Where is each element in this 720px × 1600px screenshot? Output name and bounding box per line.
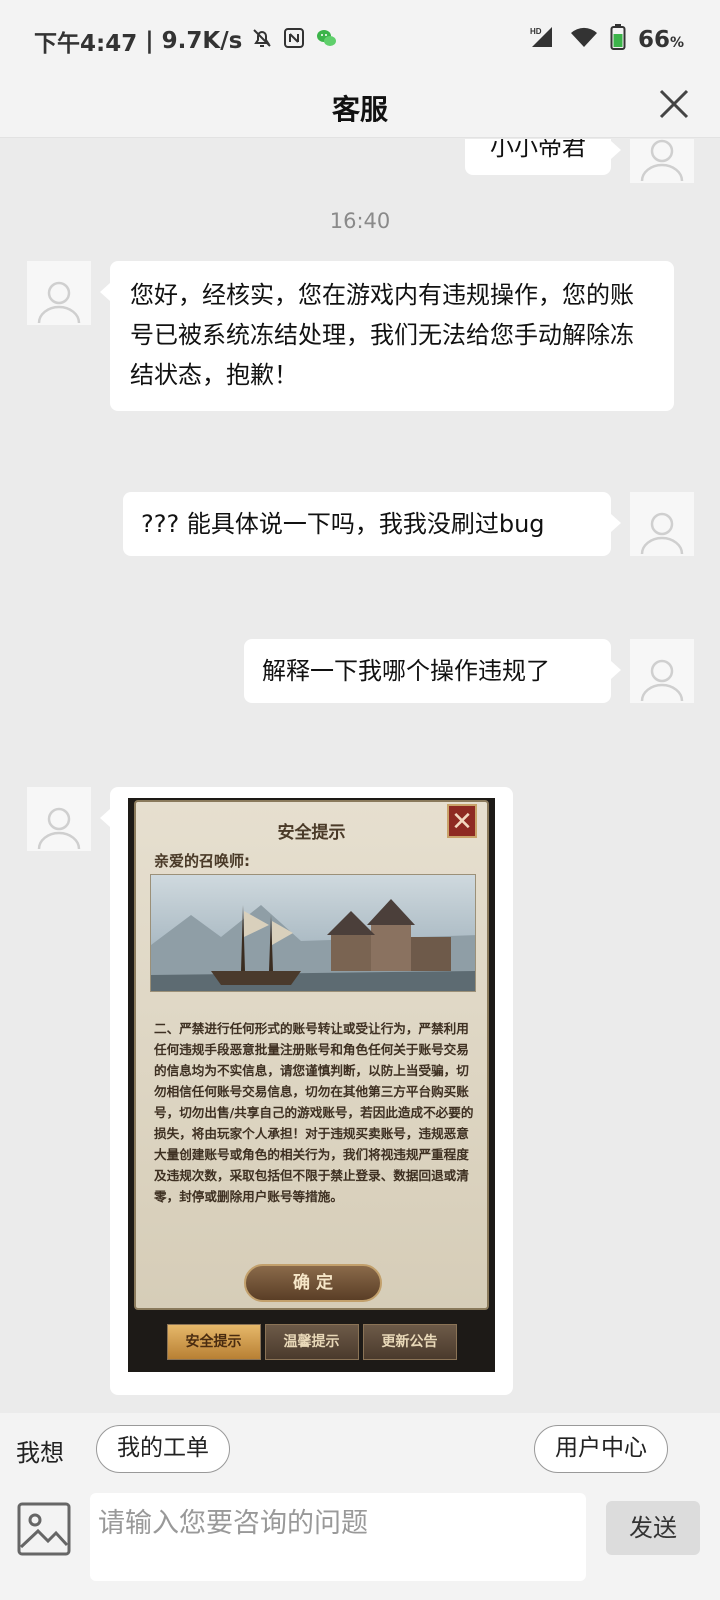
page-title: 客服 (331, 93, 388, 126)
header: 客服 (0, 80, 720, 138)
image-upload-button[interactable] (16, 1501, 72, 1557)
agent-avatar[interactable] (27, 261, 91, 325)
svg-text:HD: HD (530, 27, 542, 36)
game-tab-tips: 温馨提示 (264, 1324, 359, 1360)
game-tab-updates: 更新公告 (362, 1324, 457, 1360)
message-bubble-agent: 您好，经核实，您在游戏内有违规操作，您的账号已被系统冻结处理，我们无法给您手动解… (100, 261, 674, 411)
game-scene-illustration (150, 874, 476, 992)
quick-actions-bar: 我想 我的工单 用户中心 (0, 1413, 720, 1485)
user-avatar[interactable] (630, 492, 694, 556)
close-icon (659, 89, 689, 119)
game-notice-text: 二、严禁进行任何形式的账号转让或受让行为，严禁利用任何违规手段恶意批量注册账号和… (154, 1021, 474, 1204)
status-right: HD 66% (530, 24, 684, 56)
nfc-icon (282, 26, 306, 56)
user-avatar[interactable] (630, 139, 694, 183)
game-tab-safety: 安全提示 (166, 1324, 261, 1360)
signal-icon: HD (530, 25, 558, 55)
question-input[interactable] (90, 1493, 586, 1581)
battery-level: 66% (637, 27, 684, 53)
avatar-icon (640, 139, 684, 182)
avatar-icon (37, 807, 81, 850)
wechat-icon (314, 26, 338, 56)
message-bubble-partial: 小小帝君 (465, 139, 621, 175)
game-close-icon: ✕ (447, 804, 477, 838)
game-dialog-title: 安全提示 (277, 823, 346, 843)
agent-avatar[interactable] (27, 787, 91, 851)
status-time: 下午4:47 (34, 31, 138, 57)
message-bubble-user: 解释一下我哪个操作违规了 (244, 639, 621, 703)
my-tickets-button[interactable]: 我的工单 (96, 1425, 230, 1473)
avatar-icon (37, 281, 81, 324)
avatar-icon (640, 659, 684, 702)
mute-bell-icon (250, 26, 274, 56)
close-button[interactable] (656, 86, 692, 122)
battery-icon (610, 24, 626, 56)
user-center-button[interactable]: 用户中心 (534, 1425, 668, 1473)
network-speed: 9.7K/s (161, 28, 243, 54)
timestamp: 16:40 (329, 209, 391, 233)
game-tabs: 安全提示 温馨提示 更新公告 (128, 1324, 495, 1364)
user-avatar[interactable] (630, 639, 694, 703)
status-left: 下午4:47 | 9.7K/s (34, 24, 338, 58)
image-icon (17, 1502, 71, 1556)
game-confirm-button: 确 定 (244, 1264, 382, 1302)
game-greeting: 亲爱的召唤师: (154, 852, 250, 870)
input-bar: 发送 (0, 1485, 720, 1600)
message-bubble-user: ??? 能具体说一下吗，我我没刷过bug (123, 492, 621, 556)
wifi-icon (570, 25, 598, 55)
status-bar: 下午4:47 | 9.7K/s HD 66% (0, 0, 720, 80)
quick-actions-label: 我想 (16, 1439, 64, 1467)
game-dialog: 安全提示 ✕ 亲爱的召唤师: 二、严禁进行任何形式的账号转让或受让行为，严禁利用… (134, 800, 489, 1310)
send-button[interactable]: 发送 (606, 1501, 700, 1555)
game-screenshot-image[interactable]: 安全提示 ✕ 亲爱的召唤师: 二、严禁进行任何形式的账号转让或受让行为，严禁利用… (128, 798, 495, 1372)
avatar-icon (640, 512, 684, 555)
